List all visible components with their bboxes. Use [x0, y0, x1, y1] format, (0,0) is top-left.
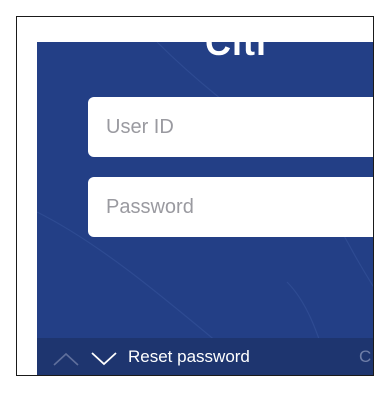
user-id-field[interactable] [88, 97, 373, 157]
keyboard-accessory-bar: Reset password C [37, 338, 373, 375]
screenshot-frame: Citi Reset password C [16, 16, 374, 376]
chevron-down-icon[interactable] [89, 348, 119, 370]
login-screen: Citi Reset password C [37, 42, 373, 375]
password-field[interactable] [88, 177, 373, 237]
accessory-right-label[interactable]: C [359, 347, 371, 367]
chevron-up-icon[interactable] [51, 348, 81, 370]
citi-logo: Citi [205, 42, 267, 63]
reset-password-link[interactable]: Reset password [128, 347, 250, 367]
